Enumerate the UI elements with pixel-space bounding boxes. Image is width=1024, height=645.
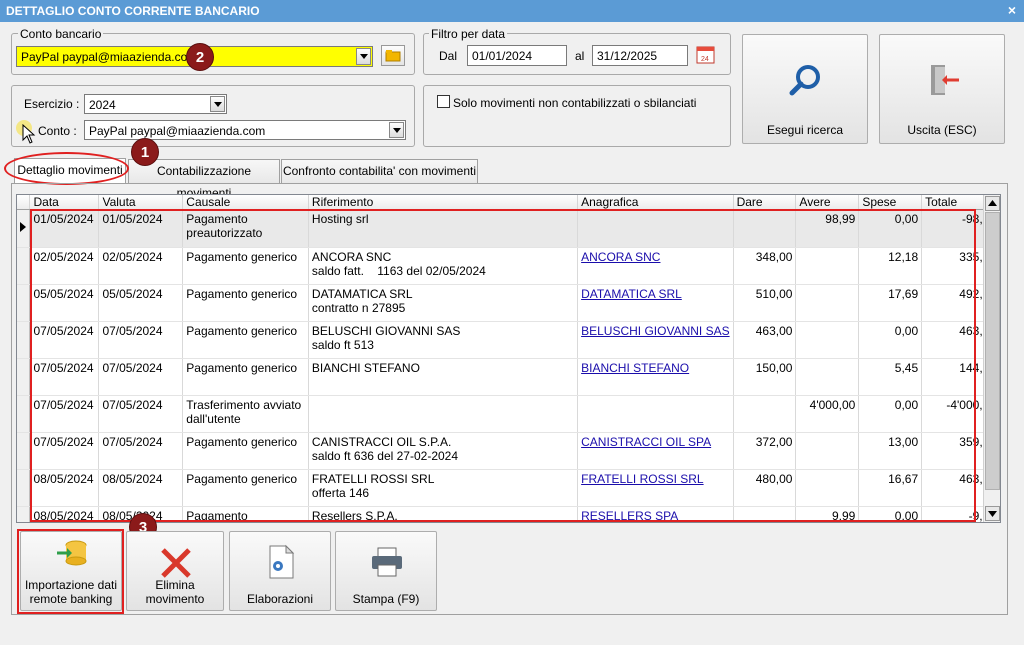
- col-header[interactable]: Dare: [733, 195, 797, 210]
- close-icon[interactable]: ×: [1008, 2, 1016, 18]
- dal-label: Dal: [439, 49, 458, 63]
- scroll-down-icon[interactable]: [985, 506, 1000, 521]
- row-indicator: [17, 284, 31, 322]
- esercizio-select[interactable]: 2024: [84, 94, 227, 114]
- row-indicator: [17, 321, 31, 359]
- al-input[interactable]: 31/12/2025: [592, 45, 688, 66]
- chevron-down-icon[interactable]: [356, 48, 371, 65]
- conto-select[interactable]: PayPal paypal@miaazienda.com: [84, 120, 406, 140]
- row-indicator: [17, 432, 31, 470]
- elaborazioni-button-label: Elaborazioni: [246, 592, 314, 606]
- scroll-thumb[interactable]: [985, 212, 1000, 490]
- vertical-scrollbar[interactable]: [983, 195, 1000, 522]
- solo-movimenti-checkbox[interactable]: [437, 95, 450, 108]
- conto-bancario-value: PayPal paypal@miaazienda.com: [21, 50, 198, 64]
- chevron-down-icon[interactable]: [210, 96, 225, 112]
- col-header[interactable]: Riferimento: [308, 195, 579, 210]
- conto-label: Conto :: [38, 124, 77, 138]
- print-button[interactable]: Stampa (F9): [335, 531, 437, 611]
- elaborazioni-button[interactable]: Elaborazioni: [229, 531, 331, 611]
- open-account-button[interactable]: [381, 45, 405, 66]
- esercizio-value: 2024: [89, 98, 116, 112]
- chevron-down-icon[interactable]: [389, 122, 404, 138]
- solo-movimenti-label: Solo movimenti non contabilizzati o sbil…: [453, 96, 697, 110]
- col-header[interactable]: Causale: [182, 195, 309, 210]
- calendar-button[interactable]: 24: [694, 44, 718, 66]
- col-header[interactable]: Data: [29, 195, 100, 210]
- annotation-rect-import: [17, 529, 124, 614]
- row-indicator-header: [17, 195, 31, 210]
- exit-button[interactable]: Uscita (ESC): [879, 34, 1005, 144]
- annotation-oval: [4, 152, 129, 185]
- scroll-up-icon[interactable]: [985, 196, 1000, 211]
- row-indicator: [17, 395, 31, 433]
- al-label: al: [575, 49, 585, 63]
- printer-icon: [372, 547, 402, 577]
- dal-value: 01/01/2024: [472, 49, 533, 63]
- document-gear-icon: [269, 544, 295, 579]
- conto-value: PayPal paypal@miaazienda.com: [89, 124, 266, 138]
- conto-bancario-label: Conto bancario: [18, 27, 104, 41]
- exit-door-icon: [931, 65, 959, 95]
- print-button-label: Stampa (F9): [352, 592, 420, 606]
- row-indicator: [17, 358, 31, 396]
- col-header[interactable]: Valuta: [98, 195, 184, 210]
- row-indicator: [17, 469, 31, 507]
- esercizio-label: Esercizio :: [24, 97, 80, 111]
- folder-icon: [385, 50, 401, 62]
- filtro-label: Filtro per data: [429, 27, 508, 41]
- exit-button-label: Uscita (ESC): [907, 123, 977, 137]
- calendar-icon: 24: [696, 46, 715, 64]
- row-indicator: [17, 247, 31, 285]
- svg-text:24: 24: [701, 56, 709, 63]
- col-header[interactable]: Anagrafica: [577, 195, 734, 210]
- grid-header-row: Data Valuta Causale Riferimento Anagrafi…: [17, 195, 1000, 210]
- row-indicator: [17, 209, 31, 248]
- col-header[interactable]: Spese: [858, 195, 923, 210]
- current-row-icon: [20, 222, 26, 232]
- title-bar: DETTAGLIO CONTO CORRENTE BANCARIO ×: [0, 0, 1024, 22]
- annotation-rect-grid: [30, 209, 976, 522]
- delete-movement-button[interactable]: Elimina movimento: [126, 531, 224, 611]
- dal-input[interactable]: 01/01/2024: [467, 45, 567, 66]
- annotation-badge-2: 2: [186, 43, 214, 71]
- solo-movimenti-group: [423, 85, 731, 147]
- delete-x-icon: [161, 548, 191, 578]
- al-value: 31/12/2025: [597, 49, 658, 63]
- search-icon: [789, 65, 820, 96]
- col-header[interactable]: Avere: [795, 195, 860, 210]
- tab-confronto-contabilita[interactable]: Confronto contabilita' con movimenti: [281, 159, 478, 183]
- row-indicator: [17, 506, 31, 522]
- window-title: DETTAGLIO CONTO CORRENTE BANCARIO: [6, 4, 260, 18]
- annotation-badge-1: 1: [131, 138, 159, 166]
- search-button-label: Esegui ricerca: [766, 123, 844, 137]
- delete-button-label: Elimina movimento: [145, 578, 205, 606]
- mouse-pointer-icon: [22, 123, 36, 147]
- search-button[interactable]: Esegui ricerca: [742, 34, 868, 144]
